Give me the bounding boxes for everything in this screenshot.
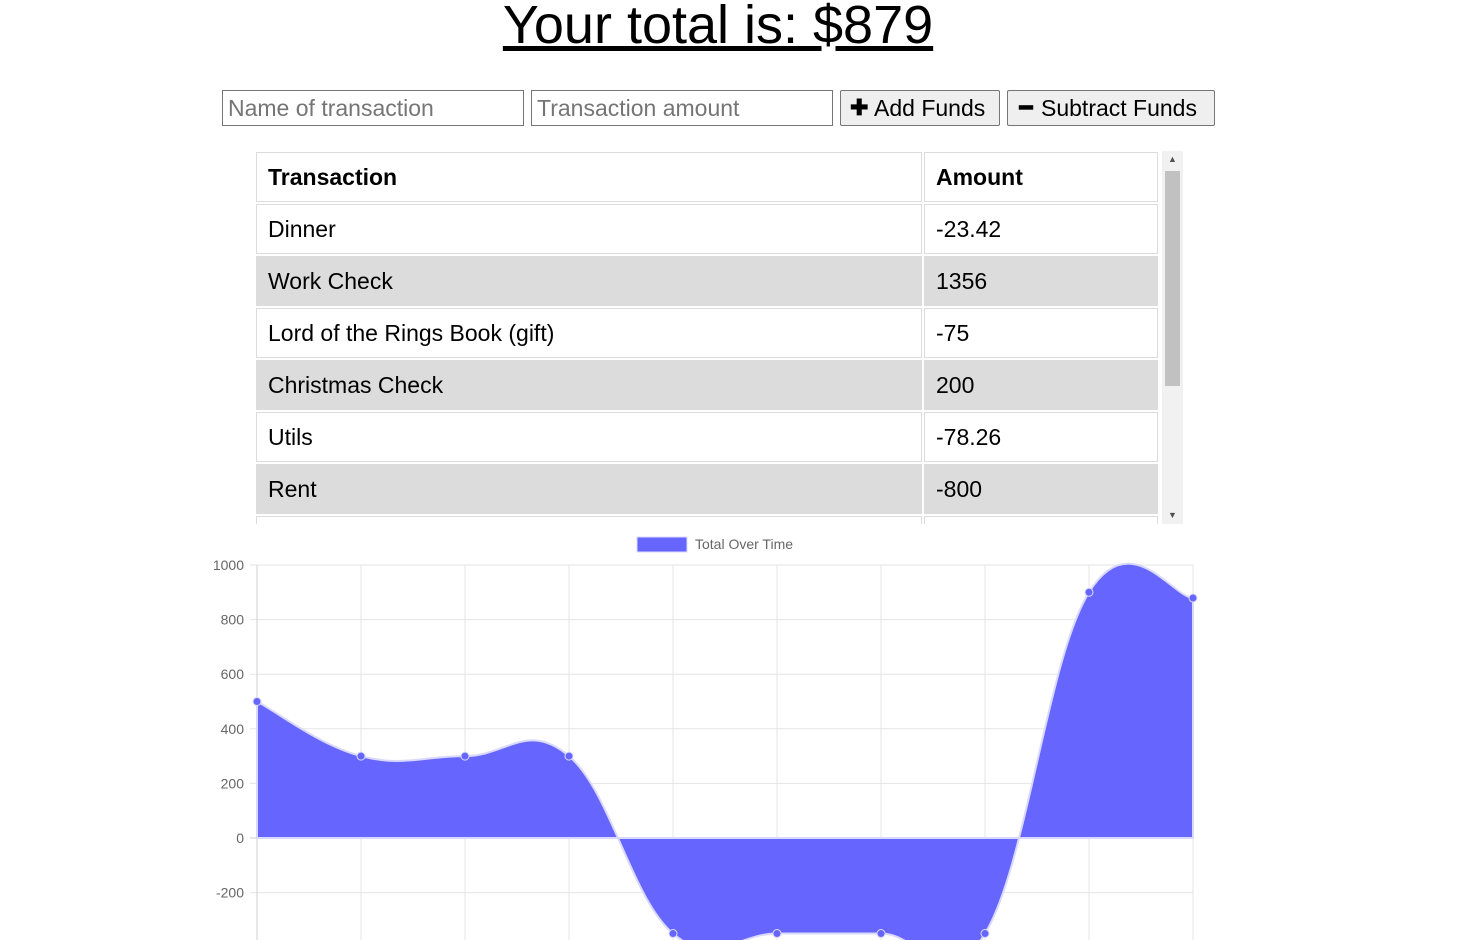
data-point <box>564 751 574 761</box>
transaction-name-cell: Work Check <box>256 256 922 306</box>
transaction-name-cell: Lord of the Rings Book (gift) <box>256 308 922 358</box>
transaction-name-cell: Rent <box>256 464 922 514</box>
y-tick-label: 400 <box>221 721 245 737</box>
transaction-amount-cell: 200 <box>924 360 1158 410</box>
data-point <box>668 929 678 939</box>
y-tick-label: 600 <box>221 666 245 682</box>
data-point <box>772 929 782 939</box>
data-point <box>1084 587 1094 597</box>
minus-icon: ━ <box>1019 95 1033 120</box>
subtract-funds-button[interactable]: ━ Subtract Funds <box>1007 90 1215 126</box>
transactions-table-container[interactable]: Transaction Amount Dinner -23.42 Work Ch… <box>255 151 1183 524</box>
legend-swatch <box>636 536 688 553</box>
table-header-row: Transaction Amount <box>256 152 1158 202</box>
data-point <box>252 697 262 706</box>
table-row: Lord of the Rings Book (gift) -75 <box>256 308 1158 358</box>
total-heading: Your total is: $879 <box>502 0 934 55</box>
total-over-time-chart: 1000 800 600 400 200 0 -200 Total Over Time <box>213 536 1198 940</box>
transactions-table: Transaction Amount Dinner -23.42 Work Ch… <box>255 151 1160 524</box>
data-point <box>356 751 366 761</box>
scroll-up-arrow-icon[interactable]: ▲ <box>1162 151 1183 168</box>
transaction-name-cell: Utils <box>256 412 922 462</box>
transaction-name-cell: Dinner <box>256 204 922 254</box>
transaction-amount-input[interactable] <box>531 90 833 126</box>
header-amount: Amount <box>924 152 1158 202</box>
table-row: Work Check 1356 <box>256 256 1158 306</box>
transaction-name-cell: Christmas Check <box>256 360 922 410</box>
transaction-amount-cell <box>924 516 1158 524</box>
scrollbar-thumb[interactable] <box>1165 171 1180 386</box>
transaction-amount-cell: -78.26 <box>924 412 1158 462</box>
transaction-amount-cell: -23.42 <box>924 204 1158 254</box>
y-tick-label: -200 <box>216 885 244 901</box>
transaction-amount-cell: -800 <box>924 464 1158 514</box>
table-row: Christmas Check 200 <box>256 360 1158 410</box>
header-transaction: Transaction <box>256 152 922 202</box>
y-axis: 1000 800 600 400 200 0 -200 <box>213 557 244 901</box>
transaction-name-cell <box>256 516 922 524</box>
chart-legend: Total Over Time <box>636 536 793 553</box>
transaction-name-input[interactable] <box>222 90 524 126</box>
legend-label: Total Over Time <box>695 536 793 552</box>
y-tick-label: 1000 <box>213 557 244 573</box>
table-row <box>256 516 1158 524</box>
y-tick-label: 0 <box>236 830 244 846</box>
y-tick-label: 200 <box>221 775 245 791</box>
data-point <box>460 751 470 761</box>
subtract-funds-label: Subtract Funds <box>1041 94 1197 121</box>
table-row: Utils -78.26 <box>256 412 1158 462</box>
add-funds-button[interactable]: ✚ Add Funds <box>840 90 1000 126</box>
y-tick-label: 800 <box>221 612 245 628</box>
scroll-down-arrow-icon[interactable]: ▼ <box>1162 507 1183 524</box>
table-scrollbar[interactable]: ▲ ▼ <box>1162 151 1183 524</box>
data-point <box>1188 593 1198 603</box>
data-point <box>876 929 886 939</box>
transaction-amount-cell: -75 <box>924 308 1158 358</box>
table-row: Rent -800 <box>256 464 1158 514</box>
add-funds-label: Add Funds <box>874 94 986 121</box>
plus-icon: ✚ <box>850 95 869 120</box>
total-area-series <box>256 562 1194 940</box>
table-row: Dinner -23.42 <box>256 204 1158 254</box>
data-point <box>980 929 990 939</box>
transaction-amount-cell: 1356 <box>924 256 1158 306</box>
